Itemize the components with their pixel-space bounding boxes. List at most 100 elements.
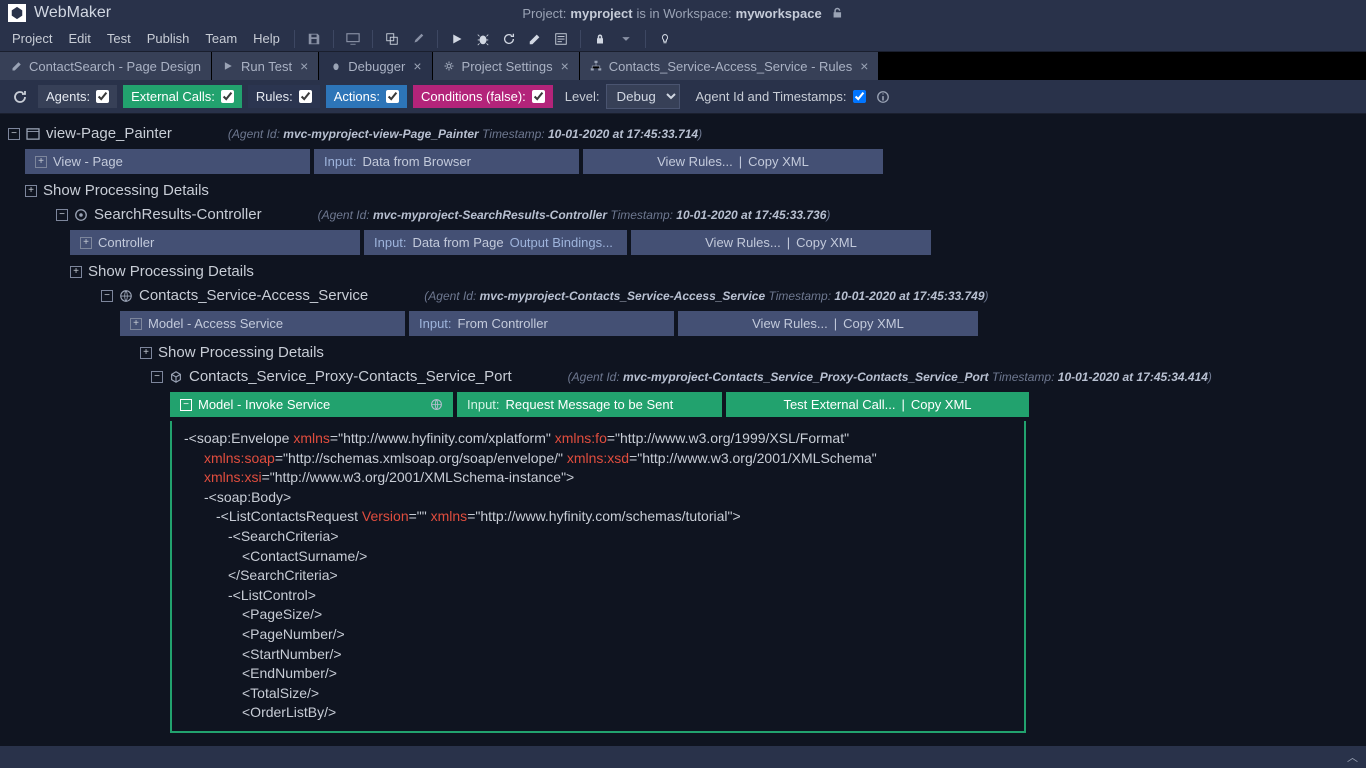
filter-external-calls[interactable]: External Calls: xyxy=(123,85,242,108)
processing-details-link[interactable]: Show Processing Details xyxy=(158,344,324,361)
test-external-link[interactable]: Test External Call... xyxy=(783,397,895,412)
cell-view-page: +View - Page xyxy=(25,149,310,174)
filter-agents[interactable]: Agents: xyxy=(38,85,117,108)
globe-icon xyxy=(119,289,133,303)
cell-actions: View Rules... | Copy XML xyxy=(631,230,931,255)
expand-toggle[interactable]: + xyxy=(130,318,142,330)
cube-icon xyxy=(169,370,183,384)
output-bindings-link[interactable]: Output Bindings... xyxy=(510,235,613,250)
cell-actions: Test External Call... | Copy XML xyxy=(726,392,1029,417)
collapse-toggle[interactable]: − xyxy=(8,128,20,140)
filter-rules[interactable]: Rules: xyxy=(248,85,320,108)
lock-toolbar-icon[interactable] xyxy=(591,30,609,48)
view-rules-link[interactable]: View Rules... xyxy=(657,154,733,169)
filter-actions[interactable]: Actions: xyxy=(326,85,407,108)
page-icon xyxy=(10,60,23,73)
close-icon[interactable]: × xyxy=(413,58,421,74)
play-tab-icon xyxy=(222,60,235,73)
cell-model-invoke: −Model - Invoke Service xyxy=(170,392,453,417)
tab-settings[interactable]: Project Settings × xyxy=(433,52,580,80)
expand-toggle[interactable]: + xyxy=(140,347,152,359)
agent-ts-label: Agent Id and Timestamps: xyxy=(696,89,847,104)
copy-icon[interactable] xyxy=(383,30,401,48)
external-checkbox[interactable] xyxy=(221,90,234,103)
expand-toggle[interactable]: + xyxy=(25,185,37,197)
menu-team[interactable]: Team xyxy=(197,28,245,49)
globe-icon xyxy=(430,398,443,411)
expand-toggle[interactable]: + xyxy=(80,237,92,249)
tree-icon xyxy=(590,60,603,73)
copy-xml-link[interactable]: Copy XML xyxy=(748,154,809,169)
copy-xml-link[interactable]: Copy XML xyxy=(843,316,904,331)
edit-icon[interactable] xyxy=(526,30,544,48)
brush-icon[interactable] xyxy=(409,30,427,48)
refresh-icon[interactable] xyxy=(500,30,518,48)
node-searchresults-controller[interactable]: SearchResults-Controller xyxy=(94,206,262,223)
cell-controller: +Controller xyxy=(70,230,360,255)
close-icon[interactable]: × xyxy=(561,58,569,74)
tab-contacts-service[interactable]: Contacts_Service-Access_Service - Rules … xyxy=(580,52,880,80)
close-icon[interactable]: × xyxy=(860,58,868,74)
cell-input: Input: Request Message to be Sent xyxy=(457,392,722,417)
debug-tree[interactable]: − view-Page_Painter (Agent Id: mvc-mypro… xyxy=(0,114,1366,764)
copy-xml-link[interactable]: Copy XML xyxy=(911,397,972,412)
cell-input: Input: Data from Browser xyxy=(314,149,579,174)
form-icon[interactable] xyxy=(552,30,570,48)
chevron-down-icon[interactable] xyxy=(617,30,635,48)
expand-toggle[interactable]: + xyxy=(35,156,47,168)
agent-ts-checkbox[interactable] xyxy=(853,90,866,103)
menu-help[interactable]: Help xyxy=(245,28,288,49)
window-icon xyxy=(26,127,40,141)
menu-publish[interactable]: Publish xyxy=(139,28,198,49)
menu-project[interactable]: Project xyxy=(4,28,60,49)
cell-input: Input: Data from Page Output Bindings... xyxy=(364,230,627,255)
app-name: WebMaker xyxy=(34,4,111,22)
app-logo xyxy=(8,4,26,22)
view-rules-link[interactable]: View Rules... xyxy=(705,235,781,250)
cell-input: Input: From Controller xyxy=(409,311,674,336)
chevron-up-icon[interactable]: ︿ xyxy=(1347,749,1358,765)
rules-checkbox[interactable] xyxy=(299,90,312,103)
collapse-toggle[interactable]: − xyxy=(151,371,163,383)
monitor-icon[interactable] xyxy=(344,30,362,48)
actions-checkbox[interactable] xyxy=(386,90,399,103)
close-icon[interactable]: × xyxy=(300,58,308,74)
node-contacts-proxy[interactable]: Contacts_Service_Proxy-Contacts_Service_… xyxy=(189,368,512,385)
status-bar: ︿ xyxy=(0,746,1366,768)
menu-bar: Project Edit Test Publish Team Help xyxy=(0,26,1366,52)
agents-checkbox[interactable] xyxy=(96,90,109,103)
refresh-button[interactable] xyxy=(8,85,32,109)
tab-debugger[interactable]: Debugger × xyxy=(319,52,432,80)
cell-model-access: +Model - Access Service xyxy=(120,311,405,336)
filter-bar: Agents: External Calls: Rules: Actions: … xyxy=(0,80,1366,114)
menu-test[interactable]: Test xyxy=(99,28,139,49)
lightbulb-icon[interactable] xyxy=(656,30,674,48)
bug-tab-icon xyxy=(329,60,342,73)
collapse-toggle[interactable]: − xyxy=(180,399,192,411)
collapse-toggle[interactable]: − xyxy=(56,209,68,221)
bug-icon[interactable] xyxy=(474,30,492,48)
tab-contactsearch[interactable]: ContactSearch - Page Design xyxy=(0,52,212,80)
xml-viewer[interactable]: -<soap:Envelope xmlns="http://www.hyfini… xyxy=(170,421,1026,733)
level-label: Level: xyxy=(565,89,600,104)
tab-runtest[interactable]: Run Test × xyxy=(212,52,319,80)
processing-details-link[interactable]: Show Processing Details xyxy=(88,263,254,280)
node-contacts-service[interactable]: Contacts_Service-Access_Service xyxy=(139,287,368,304)
level-select[interactable]: Debug xyxy=(606,84,680,109)
expand-toggle[interactable]: + xyxy=(70,266,82,278)
processing-details-link[interactable]: Show Processing Details xyxy=(43,182,209,199)
cell-actions: View Rules... | Copy XML xyxy=(678,311,978,336)
project-info: Project: myproject is in Workspace: mywo… xyxy=(522,6,843,21)
conditions-checkbox[interactable] xyxy=(532,90,545,103)
info-icon[interactable] xyxy=(876,90,890,104)
gear-icon xyxy=(443,60,456,73)
node-view-page-painter[interactable]: view-Page_Painter xyxy=(46,125,172,142)
filter-conditions[interactable]: Conditions (false): xyxy=(413,85,553,108)
save-icon[interactable] xyxy=(305,30,323,48)
menu-edit[interactable]: Edit xyxy=(60,28,98,49)
copy-xml-link[interactable]: Copy XML xyxy=(796,235,857,250)
unlock-icon[interactable] xyxy=(832,7,844,19)
play-icon[interactable] xyxy=(448,30,466,48)
collapse-toggle[interactable]: − xyxy=(101,290,113,302)
view-rules-link[interactable]: View Rules... xyxy=(752,316,828,331)
